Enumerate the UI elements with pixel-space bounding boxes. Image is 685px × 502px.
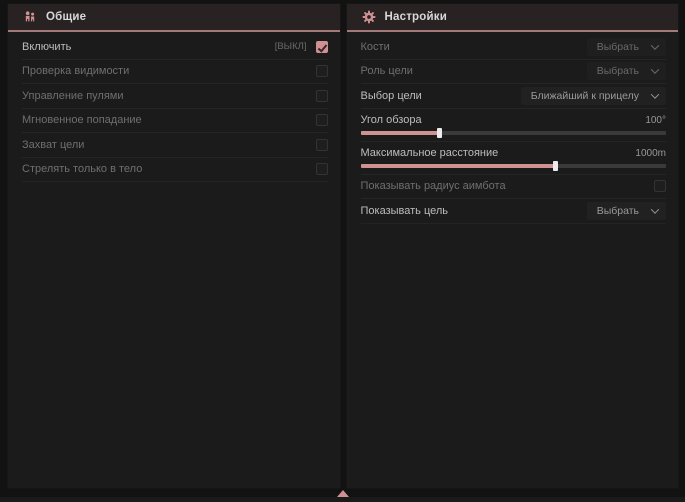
visibility-check-checkbox[interactable] — [316, 65, 328, 77]
row-instant-hit[interactable]: Мгновенное попадание — [22, 109, 328, 134]
bullet-control-checkbox[interactable] — [316, 90, 328, 102]
people-icon — [23, 10, 37, 24]
keybind-hint: [ВЫКЛ] — [275, 41, 307, 52]
max-distance-slider-fill — [361, 164, 557, 168]
window-bottom-edge — [0, 497, 685, 502]
target-select-dropdown-value: Ближайший к прицелу — [531, 90, 639, 102]
body-only-checkbox[interactable] — [316, 163, 328, 175]
settings-panel-header: Настройки — [347, 4, 679, 32]
general-panel: Общие Включить [ВЫКЛ] Проверка видимости… — [8, 4, 340, 488]
row-bullet-control[interactable]: Управление пулями — [22, 84, 328, 109]
row-target-select: Выбор цели Ближайший к прицелу — [361, 84, 667, 109]
general-panel-body: Включить [ВЫКЛ] Проверка видимости Управ… — [8, 32, 340, 182]
settings-panel-title: Настройки — [385, 11, 447, 23]
gear-icon — [362, 10, 376, 24]
menu-panels: Общие Включить [ВЫКЛ] Проверка видимости… — [0, 0, 685, 488]
row-show-target-label: Показывать цель — [361, 205, 449, 217]
row-body-only-label: Стрелять только в тело — [22, 163, 142, 175]
row-show-radius-label: Показывать радиус аимбота — [361, 180, 506, 192]
chevron-down-icon — [651, 66, 659, 74]
row-max-distance: Максимальное расстояние 1000m — [361, 142, 667, 175]
row-show-radius[interactable]: Показывать радиус аимбота — [361, 175, 667, 200]
settings-panel-body: Кости Выбрать Роль цели Выбрать Выбор це… — [347, 32, 679, 224]
row-bones-label: Кости — [361, 41, 390, 53]
show-target-dropdown[interactable]: Выбрать — [587, 202, 666, 220]
show-target-dropdown-value: Выбрать — [597, 205, 639, 217]
enable-checkbox[interactable] — [316, 41, 328, 53]
settings-panel: Настройки Кости Выбрать Роль цели Выбрат… — [347, 4, 679, 488]
row-target-role-label: Роль цели — [361, 65, 413, 77]
general-panel-title: Общие — [46, 11, 86, 23]
row-target-role: Роль цели Выбрать — [361, 60, 667, 85]
fov-slider-thumb[interactable] — [437, 128, 442, 138]
row-target-lock-label: Захват цели — [22, 139, 84, 151]
max-distance-value: 1000m — [635, 148, 666, 159]
fov-slider[interactable] — [361, 131, 667, 135]
general-panel-header: Общие — [8, 4, 340, 32]
target-select-dropdown[interactable]: Ближайший к прицелу — [521, 87, 666, 105]
bones-dropdown-value: Выбрать — [597, 41, 639, 53]
instant-hit-checkbox[interactable] — [316, 114, 328, 126]
chevron-down-icon — [651, 90, 659, 98]
fov-slider-fill — [361, 131, 440, 135]
row-body-only[interactable]: Стрелять только в тело — [22, 158, 328, 183]
row-visibility-check-label: Проверка видимости — [22, 65, 129, 77]
max-distance-slider[interactable] — [361, 164, 667, 168]
row-instant-hit-label: Мгновенное попадание — [22, 114, 142, 126]
row-bullet-control-label: Управление пулями — [22, 90, 124, 102]
row-visibility-check[interactable]: Проверка видимости — [22, 60, 328, 85]
chevron-down-icon — [651, 205, 659, 213]
max-distance-slider-thumb[interactable] — [553, 161, 558, 171]
row-enable[interactable]: Включить [ВЫКЛ] — [22, 35, 328, 60]
row-show-target: Показывать цель Выбрать — [361, 199, 667, 224]
row-target-lock[interactable]: Захват цели — [22, 133, 328, 158]
row-bones: Кости Выбрать — [361, 35, 667, 60]
max-distance-label: Максимальное расстояние — [361, 147, 499, 159]
target-lock-checkbox[interactable] — [316, 139, 328, 151]
fov-value: 100° — [645, 115, 666, 126]
chevron-down-icon — [651, 41, 659, 49]
row-enable-label: Включить — [22, 41, 71, 53]
scroll-up-indicator[interactable] — [337, 490, 349, 497]
row-fov: Угол обзора 100° — [361, 109, 667, 142]
bones-dropdown[interactable]: Выбрать — [587, 38, 666, 56]
fov-label: Угол обзора — [361, 114, 422, 126]
target-role-dropdown-value: Выбрать — [597, 65, 639, 77]
row-target-select-label: Выбор цели — [361, 90, 422, 102]
target-role-dropdown[interactable]: Выбрать — [587, 62, 666, 80]
show-radius-checkbox[interactable] — [654, 180, 666, 192]
